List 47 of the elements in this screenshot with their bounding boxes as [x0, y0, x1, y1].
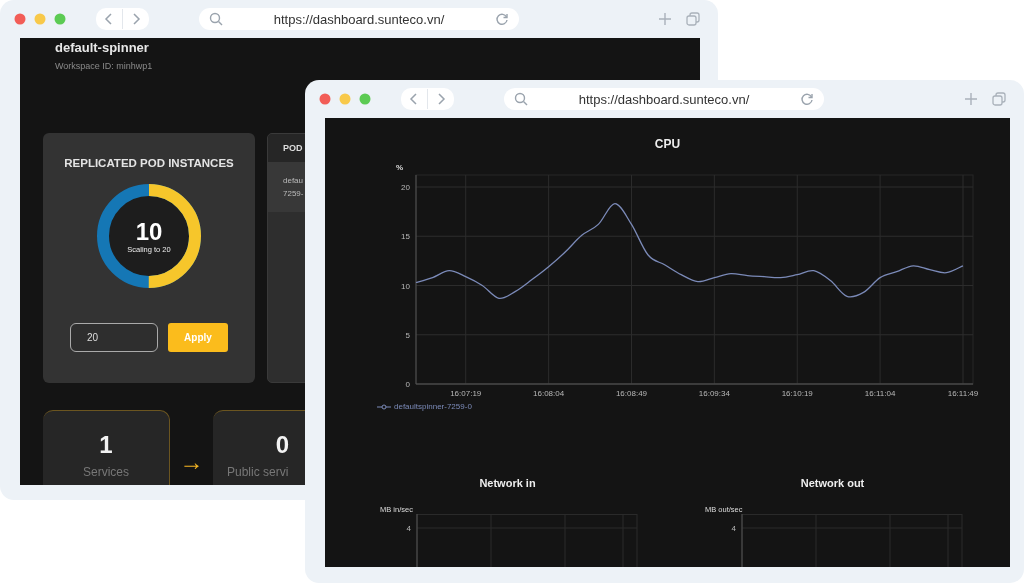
- card-title: REPLICATED POD INSTANCES: [64, 157, 234, 169]
- url-text: https://dashboard.sunteco.vn/: [273, 11, 445, 27]
- y-axis-label: %: [396, 163, 404, 172]
- address-bar[interactable]: https://dashboard.sunteco.vn/: [199, 8, 519, 30]
- workspace-id: Workspace ID: minhwp1: [55, 61, 153, 71]
- stat-count: 0: [275, 431, 290, 459]
- search-icon: [514, 92, 528, 106]
- stat-label: Public servi: [226, 465, 289, 479]
- pod-name: defau: [283, 176, 304, 185]
- y-tick-label: 4: [731, 524, 736, 533]
- legend-label[interactable]: defaultspinner-7259-0: [394, 402, 472, 411]
- chart-title: Network out: [799, 477, 866, 489]
- legend-line-icon: [377, 403, 391, 410]
- tabs-icon[interactable]: [686, 12, 700, 26]
- x-tick-label: 16:08:04: [533, 389, 565, 398]
- x-tick-label: 16:11:49: [947, 389, 979, 398]
- chart-title: CPU: [653, 137, 682, 151]
- y-tick-label: 4: [406, 524, 411, 533]
- workspace-name: default-spinner: [55, 40, 150, 55]
- column-header: POD: [283, 143, 303, 153]
- chart-title: Network in: [478, 477, 537, 489]
- x-tick-label: 16:11:04: [864, 389, 896, 398]
- url-text: https://dashboard.sunteco.vn/: [578, 91, 750, 107]
- reload-icon[interactable]: [495, 12, 509, 26]
- x-tick-label: 16:08:49: [615, 389, 648, 398]
- search-icon: [209, 12, 223, 26]
- y-tick-label: 10: [401, 281, 410, 291]
- window-controls-icon[interactable]: [319, 93, 371, 105]
- address-bar[interactable]: https://dashboard.sunteco.vn/: [504, 88, 824, 110]
- pod-name: 7259-: [283, 189, 304, 198]
- x-tick-label: 16:09:34: [698, 389, 730, 398]
- y-tick-label: 5: [405, 330, 410, 340]
- stat-count: 1: [99, 431, 113, 459]
- y-tick-label: 20: [401, 183, 410, 192]
- reload-icon[interactable]: [800, 92, 814, 106]
- y-tick-label: 15: [401, 232, 410, 242]
- plus-icon[interactable]: [658, 12, 672, 26]
- window-controls-icon[interactable]: [14, 13, 66, 25]
- arrow: →: [178, 448, 205, 476]
- x-tick-label: 16:10:19: [781, 389, 813, 398]
- x-tick-label: 16:07:19: [450, 389, 482, 398]
- stat-label: Services: [83, 465, 129, 479]
- y-tick-label: 0: [405, 380, 410, 389]
- plus-icon[interactable]: [964, 92, 978, 106]
- tabs-icon[interactable]: [992, 92, 1006, 106]
- replica-count: 10: [135, 218, 163, 245]
- replica-input[interactable]: 20: [70, 323, 158, 352]
